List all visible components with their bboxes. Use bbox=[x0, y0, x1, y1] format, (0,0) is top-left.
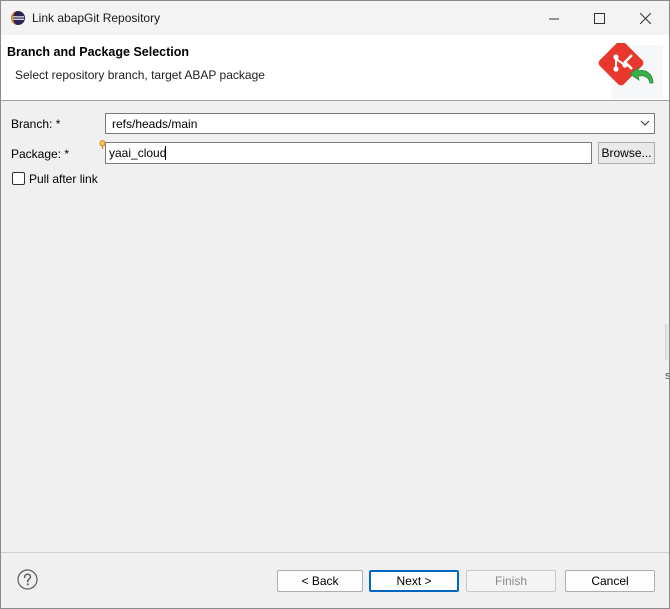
minimize-button[interactable] bbox=[531, 1, 577, 35]
pull-after-link-checkbox[interactable] bbox=[12, 172, 25, 185]
help-icon[interactable] bbox=[17, 569, 38, 590]
dialog-window: Link abapGit Repository Branch and Packa… bbox=[0, 0, 670, 609]
abapgit-link-icon bbox=[598, 43, 663, 99]
chevron-down-icon[interactable] bbox=[640, 120, 650, 127]
minimize-icon bbox=[549, 18, 559, 20]
close-button[interactable] bbox=[622, 1, 668, 35]
title-bar: Link abapGit Repository bbox=[1, 1, 669, 35]
page-description: Select repository branch, target ABAP pa… bbox=[15, 68, 265, 82]
window-title: Link abapGit Repository bbox=[32, 11, 161, 25]
footer-divider bbox=[1, 552, 669, 553]
package-label: Package: * bbox=[11, 147, 70, 161]
maximize-icon bbox=[594, 13, 605, 24]
cancel-button[interactable]: Cancel bbox=[565, 570, 655, 592]
wizard-header: Branch and Package Selection Select repo… bbox=[1, 35, 669, 101]
eclipse-icon bbox=[11, 11, 25, 25]
next-button[interactable]: Next > bbox=[369, 570, 459, 592]
maximize-button[interactable] bbox=[576, 1, 622, 35]
pull-after-link-label[interactable]: Pull after link bbox=[29, 172, 98, 186]
close-icon bbox=[640, 13, 651, 24]
page-title: Branch and Package Selection bbox=[7, 45, 190, 59]
text-caret bbox=[165, 146, 166, 160]
background-window-text: s bbox=[665, 370, 670, 382]
branch-combo-value: refs/heads/main bbox=[112, 117, 198, 131]
finish-button[interactable]: Finish bbox=[466, 570, 556, 592]
browse-button[interactable]: Browse... bbox=[598, 142, 655, 164]
package-input[interactable] bbox=[105, 142, 592, 164]
background-window-edge bbox=[665, 324, 669, 360]
back-button[interactable]: < Back bbox=[277, 570, 363, 592]
branch-combo[interactable]: refs/heads/main bbox=[105, 113, 655, 134]
branch-label: Branch: * bbox=[11, 117, 61, 131]
